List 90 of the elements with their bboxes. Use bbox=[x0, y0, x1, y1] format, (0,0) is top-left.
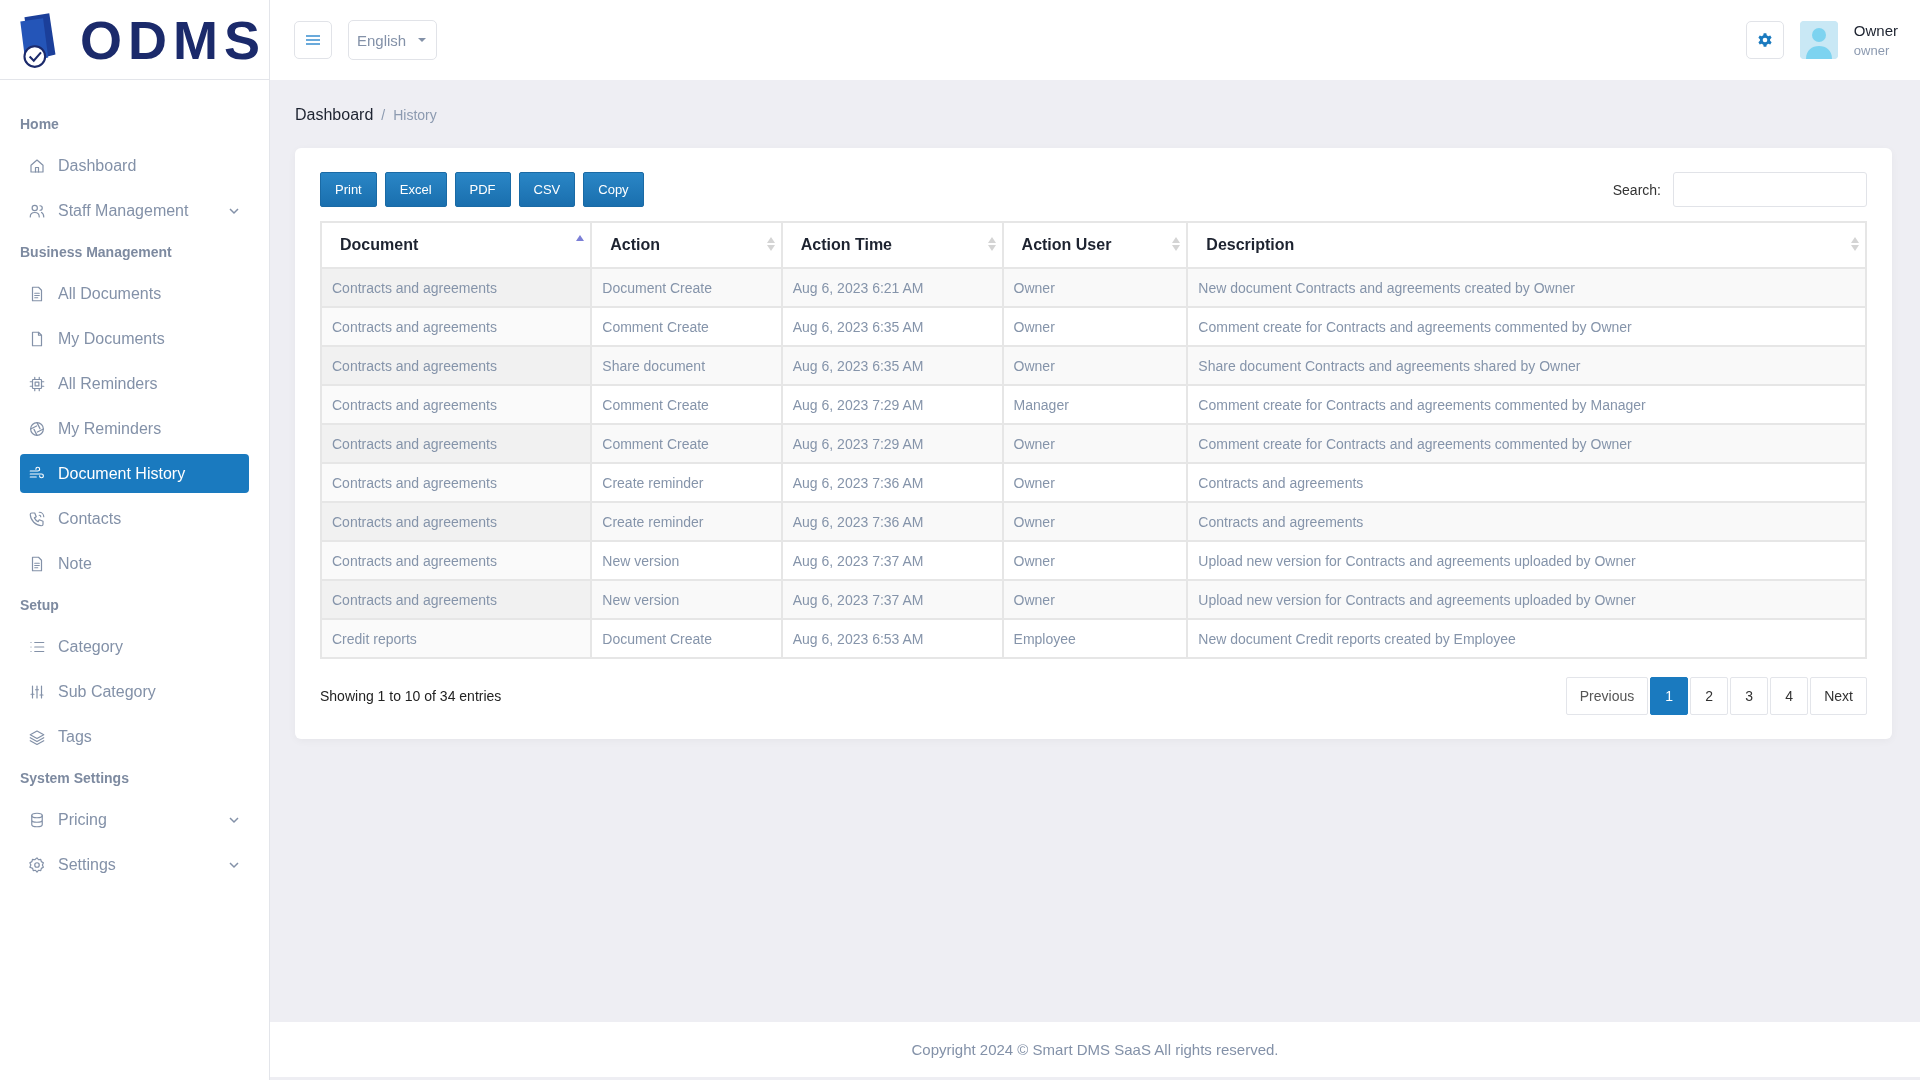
breadcrumb-separator: / bbox=[381, 107, 386, 123]
table-cell: Owner bbox=[1002, 424, 1188, 463]
table-cell: Contracts and agreements bbox=[321, 580, 592, 619]
table-cell: Owner bbox=[1002, 502, 1188, 541]
sidebar-item[interactable]: Dashboard bbox=[20, 146, 249, 185]
sidebar-item[interactable]: Note bbox=[20, 544, 249, 583]
sidebar-heading: Setup bbox=[20, 596, 60, 615]
user-name: Owner bbox=[1853, 22, 1898, 39]
table-cell: Employee bbox=[1002, 619, 1188, 658]
table-cell: Contracts and agreements bbox=[321, 502, 592, 541]
search-field[interactable] bbox=[1673, 172, 1867, 207]
table-cell: Contracts and agreements bbox=[321, 463, 592, 502]
table-cell: Document Create bbox=[591, 619, 782, 658]
sidebar-item[interactable]: Tags bbox=[20, 717, 249, 756]
table-cell: Owner bbox=[1002, 580, 1188, 619]
logo-text: ODMS bbox=[80, 8, 266, 71]
table-cell: Share document bbox=[591, 346, 782, 385]
sliders-icon bbox=[28, 682, 46, 701]
table-cell: Comment create for Contracts and agreements commented by Owner bbox=[1187, 424, 1866, 463]
column-header[interactable]: Document bbox=[321, 222, 592, 268]
sidebar-item[interactable]: Category bbox=[20, 627, 249, 666]
export-button[interactable]: Excel bbox=[384, 172, 447, 207]
table-cell: Document Create bbox=[591, 268, 782, 307]
sidebar-item[interactable]: All Reminders bbox=[20, 364, 249, 403]
breadcrumb-current: History bbox=[393, 107, 437, 123]
export-button[interactable]: Print bbox=[320, 172, 377, 207]
export-button[interactable]: Copy bbox=[583, 172, 644, 207]
table-cell: Create reminder bbox=[591, 502, 782, 541]
page-button[interactable]: 4 bbox=[1770, 677, 1809, 715]
table-cell: Contracts and agreements bbox=[321, 424, 592, 463]
table-cell: Aug 6, 2023 6:21 AM bbox=[781, 268, 1003, 307]
page-button[interactable]: 1 bbox=[1650, 677, 1689, 715]
avatar-icon[interactable] bbox=[1799, 21, 1838, 59]
table-cell: Aug 6, 2023 7:37 AM bbox=[781, 580, 1003, 619]
sidebar-item[interactable]: Document History bbox=[20, 454, 249, 493]
table-cell: New document Contracts and agreements created by Owner bbox=[1187, 268, 1866, 307]
table-cell: Contracts and agreements bbox=[321, 346, 592, 385]
sidebar-item[interactable]: Contacts bbox=[20, 499, 249, 538]
next-button[interactable]: Next bbox=[1810, 677, 1867, 715]
table-cell: Upload new version for Contracts and agreements uploaded by Owner bbox=[1187, 580, 1866, 619]
sidebar-item[interactable]: Pricing bbox=[20, 800, 249, 839]
sidebar-item[interactable]: All Documents bbox=[20, 274, 249, 313]
table-cell: Owner bbox=[1002, 346, 1188, 385]
table-cell: Aug 6, 2023 7:36 AM bbox=[781, 502, 1003, 541]
page-button[interactable]: 2 bbox=[1690, 677, 1729, 715]
database-icon bbox=[28, 810, 46, 829]
chip-icon bbox=[28, 374, 46, 393]
sidebar-heading: Home bbox=[20, 115, 60, 134]
search-label: Search: bbox=[1612, 181, 1661, 198]
previous-button[interactable]: Previous bbox=[1565, 677, 1649, 715]
sidebar-item[interactable]: My Reminders bbox=[20, 409, 249, 448]
table-cell: Owner bbox=[1002, 268, 1188, 307]
sidebar-item[interactable]: Staff Management bbox=[20, 191, 249, 230]
column-header[interactable]: Action Time bbox=[781, 222, 1003, 268]
menu-icon bbox=[306, 34, 320, 46]
table-cell: Aug 6, 2023 6:53 AM bbox=[781, 619, 1003, 658]
language-dropdown[interactable]: English bbox=[348, 20, 438, 60]
column-header[interactable]: Action User bbox=[1002, 222, 1188, 268]
sidebar-item[interactable]: Settings bbox=[20, 845, 249, 884]
table-cell: New document Credit reports created by Employee bbox=[1187, 619, 1866, 658]
user-role: owner bbox=[1853, 43, 1891, 58]
table-cell: Comment Create bbox=[591, 424, 782, 463]
table-cell: New version bbox=[591, 580, 782, 619]
settings-button[interactable] bbox=[1745, 21, 1784, 59]
table-cell: Contracts and agreements bbox=[321, 541, 592, 580]
sidebar-heading: System Settings bbox=[20, 769, 130, 788]
column-header[interactable]: Description bbox=[1187, 222, 1866, 268]
menu-button[interactable] bbox=[294, 21, 332, 59]
settings-icon bbox=[28, 855, 46, 874]
table-cell: Contracts and agreements bbox=[321, 385, 592, 424]
column-header[interactable]: Action bbox=[591, 222, 782, 268]
breadcrumb-link[interactable]: Dashboard bbox=[295, 106, 374, 124]
export-button[interactable]: CSV bbox=[518, 172, 576, 207]
table-cell: Contracts and agreements bbox=[321, 307, 592, 346]
phone-icon bbox=[28, 509, 46, 528]
sidebar-heading: Business Management bbox=[20, 243, 173, 262]
aperture-icon bbox=[28, 419, 46, 438]
table-cell: Contracts and agreements bbox=[1187, 502, 1866, 541]
sidebar-item[interactable]: My Documents bbox=[20, 319, 249, 358]
table-cell: Contracts and agreements bbox=[321, 268, 592, 307]
sidebar-item[interactable]: Sub Category bbox=[20, 672, 249, 711]
table-cell: Aug 6, 2023 7:29 AM bbox=[781, 424, 1003, 463]
page-button[interactable]: 3 bbox=[1730, 677, 1769, 715]
table-cell: Aug 6, 2023 6:35 AM bbox=[781, 346, 1003, 385]
table-cell: Credit reports bbox=[321, 619, 592, 658]
copyright-text: Copyright 2024 © Smart DMS SaaS All rights reserved. bbox=[270, 1022, 1920, 1077]
gear-icon bbox=[1756, 32, 1773, 48]
entries-info: Showing 1 to 10 of 34 entries bbox=[320, 688, 502, 704]
export-button[interactable]: PDF bbox=[454, 172, 511, 207]
table-cell: Share document Contracts and agreements shared by Owner bbox=[1187, 346, 1866, 385]
